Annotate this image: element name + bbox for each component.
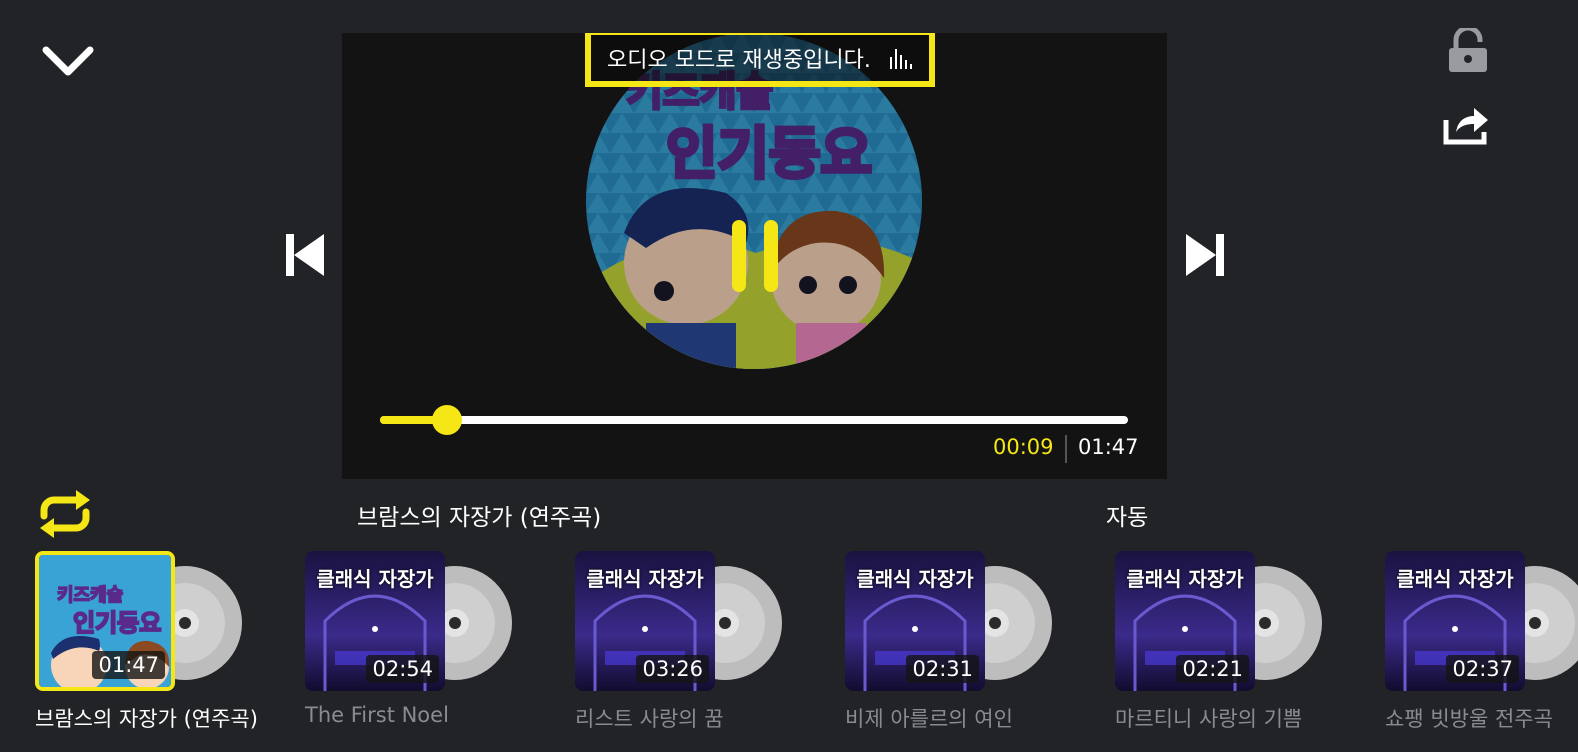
playlist-item[interactable]: 클래식 자장가 03:26 리스트 사랑의 꿈 [575, 551, 825, 741]
track-duration: 03:26 [636, 655, 709, 683]
track-title: 쇼팽 빗방울 전주곡 [1385, 707, 1553, 731]
track-thumbnail: 클래식 자장가 02:21 [1115, 551, 1255, 691]
autoplay-toggle[interactable]: 자동 [1106, 498, 1148, 532]
playlist-item[interactable]: 키즈캐슬인기동요 01:47 브람스의 자장가 (연주곡) [35, 551, 285, 741]
progress-bar[interactable] [380, 405, 1128, 435]
track-thumbnail: 클래식 자장가 02:31 [845, 551, 985, 691]
track-thumbnail: 클래식 자장가 02:54 [305, 551, 445, 691]
track-title: 비제 아를르의 여인 [845, 707, 1013, 731]
track-title: The First Noel [305, 703, 449, 727]
track-title: 리스트 사랑의 꿈 [575, 707, 724, 731]
thumbnail-title: 클래식 자장가 [316, 567, 434, 591]
current-time: 00:09 [993, 435, 1054, 459]
thumbnail-title: 클래식 자장가 [586, 567, 704, 591]
track-duration: 02:31 [906, 655, 979, 683]
thumbnail-title: 클래식 자장가 [1396, 567, 1514, 591]
unlock-icon[interactable] [1446, 28, 1490, 74]
track-title: 마르티니 사랑의 기쁨 [1115, 707, 1303, 731]
now-playing-title: 브람스의 자장가 (연주곡) [357, 505, 602, 531]
audio-mode-text: 오디오 모드로 재생중입니다. [607, 48, 871, 73]
progress-thumb[interactable] [432, 405, 463, 435]
track-thumbnail: 키즈캐슬인기동요 01:47 [35, 551, 175, 691]
svg-text:키즈캐슬: 키즈캐슬 [57, 585, 123, 606]
previous-track-icon[interactable] [284, 232, 326, 278]
track-duration: 02:54 [366, 655, 439, 683]
video-player[interactable]: 키즈캐슬 인기동요 오디오 모드로 재생중입니다. [342, 33, 1167, 479]
thumbnail-title: 클래식 자장가 [1126, 567, 1244, 591]
playlist-item[interactable]: 클래식 자장가 02:54 The First Noel [305, 551, 555, 741]
chevron-down-icon[interactable] [40, 40, 96, 80]
track-thumbnail: 클래식 자장가 03:26 [575, 551, 715, 691]
pause-icon[interactable] [730, 218, 780, 294]
playlist-item[interactable]: 클래식 자장가 02:21 마르티니 사랑의 기쁨 [1115, 551, 1365, 741]
svg-text:인기동요: 인기동요 [73, 609, 161, 637]
equalizer-icon [890, 49, 912, 69]
playlist-item[interactable]: 클래식 자장가 02:37 쇼팽 빗방울 전주곡 [1385, 551, 1578, 741]
total-time: 01:47 [1078, 435, 1139, 459]
repeat-icon[interactable] [34, 490, 96, 538]
next-track-icon[interactable] [1184, 232, 1226, 278]
track-duration: 01:47 [92, 651, 165, 679]
track-duration: 02:21 [1176, 655, 1249, 683]
playlist-item[interactable]: 클래식 자장가 02:31 비제 아를르의 여인 [845, 551, 1095, 741]
track-duration: 02:37 [1446, 655, 1519, 683]
audio-mode-banner: 오디오 모드로 재생중입니다. [585, 33, 935, 87]
track-thumbnail: 클래식 자장가 02:37 [1385, 551, 1525, 691]
thumbnail-title: 클래식 자장가 [856, 567, 974, 591]
share-icon[interactable] [1442, 104, 1490, 146]
track-title: 브람스의 자장가 (연주곡) [35, 707, 258, 731]
time-divider [1065, 435, 1067, 463]
